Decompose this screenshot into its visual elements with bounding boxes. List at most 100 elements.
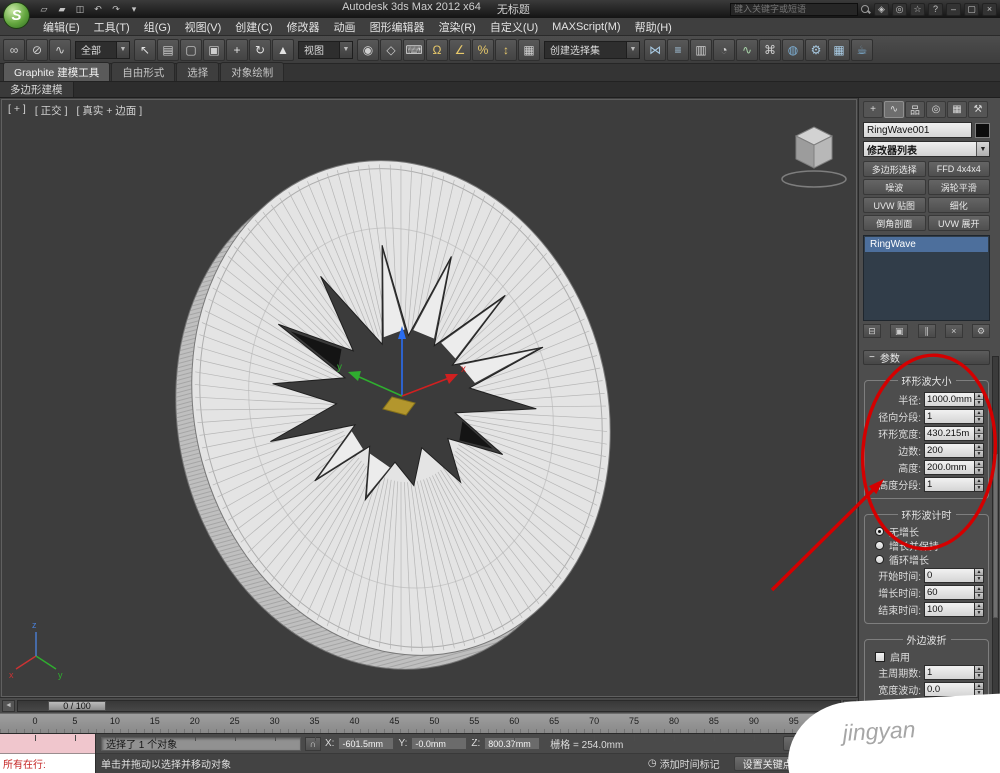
maxscript-mini-listener[interactable]: 所有在行: — [0, 734, 96, 773]
spinner-field[interactable]: 1 ▲▼ — [924, 409, 984, 424]
favorites-icon[interactable]: ☆ — [910, 3, 925, 16]
help-icon[interactable]: ? — [928, 3, 943, 16]
open-file-icon[interactable]: ▰ — [54, 2, 70, 16]
viewport-menu-shading[interactable]: [ 真实 + 边面 ] — [76, 103, 142, 118]
save-file-icon[interactable]: ◫ — [72, 2, 88, 16]
spinner-field[interactable]: 0 ▲▼ — [924, 568, 984, 583]
panel-tab-motion[interactable]: ◎ — [926, 101, 946, 118]
time-slider-handle[interactable]: 0 / 100 — [48, 701, 106, 711]
make-unique-icon[interactable]: ∥ — [918, 324, 936, 338]
modifier-button[interactable]: 细化 — [928, 197, 991, 213]
object-name-field[interactable]: RingWave001 — [863, 122, 972, 138]
modifier-stack[interactable]: RingWave — [863, 235, 990, 321]
align-icon[interactable]: ≡ — [667, 39, 689, 61]
rendered-frame-window-icon[interactable]: ▦ — [828, 39, 850, 61]
modifier-list-dropdown[interactable]: 修改器列表 ▼ — [863, 141, 990, 157]
spinner-field[interactable]: 200 ▲▼ — [924, 443, 984, 458]
spinner-snap-icon[interactable]: ↕ — [495, 39, 517, 61]
search-input[interactable] — [730, 3, 858, 16]
spinner-arrows[interactable]: ▲▼ — [974, 409, 984, 424]
modifier-button[interactable]: 多边形选择 — [863, 161, 926, 177]
layer-manager-icon[interactable]: ▥ — [690, 39, 712, 61]
spinner-arrows[interactable]: ▲▼ — [974, 443, 984, 458]
use-pivot-center-icon[interactable]: ◉ — [357, 39, 379, 61]
window-crossing-icon[interactable]: ▣ — [203, 39, 225, 61]
spinner-field[interactable]: 1 ▲▼ — [924, 477, 984, 492]
schematic-view-icon[interactable]: ⌘ — [759, 39, 781, 61]
listener-line[interactable]: 所有在行: — [0, 754, 95, 773]
viewport-canvas[interactable]: x y x y z — [2, 100, 857, 697]
spinner-arrows[interactable]: ▲▼ — [974, 585, 984, 600]
selection-filter-dropdown[interactable]: 全部 ▼ — [75, 41, 130, 59]
bind-to-space-warp-icon[interactable]: ∿ — [49, 39, 71, 61]
render-setup-icon[interactable]: ⚙ — [805, 39, 827, 61]
new-scene-icon[interactable]: ▱ — [36, 2, 52, 16]
3dsmax-logo-icon[interactable]: S — [3, 2, 30, 29]
stack-item[interactable]: RingWave — [865, 237, 988, 252]
percent-snap-icon[interactable]: % — [472, 39, 494, 61]
unlink-selection-icon[interactable]: ⊘ — [26, 39, 48, 61]
menu-item[interactable]: 图形编辑器 — [363, 18, 432, 36]
communication-center-icon[interactable]: ◎ — [892, 3, 907, 16]
spinner-arrows[interactable]: ▲▼ — [974, 426, 984, 441]
menu-item[interactable]: 修改器 — [280, 18, 327, 36]
close-icon[interactable]: × — [982, 3, 997, 16]
spinner-arrows[interactable]: ▲▼ — [974, 602, 984, 617]
select-and-move-icon[interactable]: + — [226, 39, 248, 61]
spinner-arrows[interactable]: ▲▼ — [974, 392, 984, 407]
previous-frame-button[interactable]: ◄ — [2, 700, 15, 712]
ribbon-tab[interactable]: Graphite 建模工具 — [3, 62, 110, 81]
select-and-scale-icon[interactable]: ▲ — [272, 39, 294, 61]
restore-icon[interactable]: ▢ — [964, 3, 979, 16]
ribbon-tab[interactable]: 选择 — [176, 62, 219, 81]
spinner-field[interactable]: 60 ▲▼ — [924, 585, 984, 600]
macro-recorder-line[interactable] — [0, 734, 95, 754]
menu-item[interactable]: 组(G) — [137, 18, 178, 36]
modifier-button[interactable]: UVW 贴图 — [863, 197, 926, 213]
menu-item[interactable]: 帮助(H) — [628, 18, 679, 36]
render-production-icon[interactable]: ☕ — [851, 39, 873, 61]
modifier-button[interactable]: 噪波 — [863, 179, 926, 195]
panel-tab-utilities[interactable]: ⚒ — [968, 101, 988, 118]
tab-polygon-modeling[interactable]: 多边形建模 — [0, 82, 74, 97]
curve-editor-icon[interactable]: ∿ — [736, 39, 758, 61]
minimize-icon[interactable]: – — [946, 3, 961, 16]
selection-lock-toggle[interactable]: ∩ — [305, 737, 321, 751]
modifier-button[interactable]: 倒角剖面 — [863, 215, 926, 231]
menu-item[interactable]: 渲染(R) — [432, 18, 483, 36]
viewcube[interactable] — [782, 127, 846, 187]
radio-icon[interactable] — [875, 555, 884, 564]
snap-toggle-3d-icon[interactable]: Ω — [426, 39, 448, 61]
spinner-arrows[interactable]: ▲▼ — [974, 568, 984, 583]
workspaces-dropdown-icon[interactable]: ▾ — [126, 2, 142, 16]
viewport[interactable]: [ + ][ 正交 ][ 真实 + 边面 ] — [1, 99, 857, 697]
menu-item[interactable]: 视图(V) — [178, 18, 229, 36]
modifier-button[interactable]: FFD 4x4x4 — [928, 161, 991, 177]
spinner-arrows[interactable]: ▲▼ — [974, 477, 984, 492]
enable-checkbox-row[interactable]: 启用 — [875, 650, 978, 663]
material-editor-icon[interactable]: ◍ — [782, 39, 804, 61]
redo-icon[interactable]: ↷ — [108, 2, 124, 16]
angle-snap-icon[interactable]: ∠ — [449, 39, 471, 61]
menu-item[interactable]: 自定义(U) — [483, 18, 545, 36]
pin-stack-icon[interactable]: ⊟ — [863, 324, 881, 338]
select-and-link-icon[interactable]: ∞ — [3, 39, 25, 61]
mirror-icon[interactable]: ⋈ — [644, 39, 666, 61]
named-selection-set-field[interactable]: 创建选择集 ▼ — [544, 41, 640, 59]
spinner-field[interactable]: 200.0mm ▲▼ — [924, 460, 984, 475]
show-end-result-icon[interactable]: ▣ — [890, 324, 908, 338]
scrollbar-thumb[interactable] — [993, 454, 998, 618]
add-time-tag[interactable]: ◷ 添加时间标记 — [648, 756, 720, 771]
spinner-arrows[interactable]: ▲▼ — [974, 665, 984, 680]
remove-modifier-icon[interactable]: × — [945, 324, 963, 338]
undo-icon[interactable]: ↶ — [90, 2, 106, 16]
rectangular-selection-region-icon[interactable]: ▢ — [180, 39, 202, 61]
spinner-arrows[interactable]: ▲▼ — [974, 460, 984, 475]
track-bar[interactable]: 0510152025303540455055606570758085909510… — [0, 713, 858, 733]
menu-item[interactable]: 编辑(E) — [36, 18, 87, 36]
params-rollout-header[interactable]: −参数 — [863, 350, 990, 365]
graphite-ribbon-toggle-icon[interactable]: ◔ — [713, 39, 735, 61]
z-coordinate-field[interactable]: 800.37mm — [484, 737, 540, 750]
select-and-manipulate-icon[interactable]: ◇ — [380, 39, 402, 61]
configure-modifier-sets-icon[interactable]: ⚙ — [972, 324, 990, 338]
